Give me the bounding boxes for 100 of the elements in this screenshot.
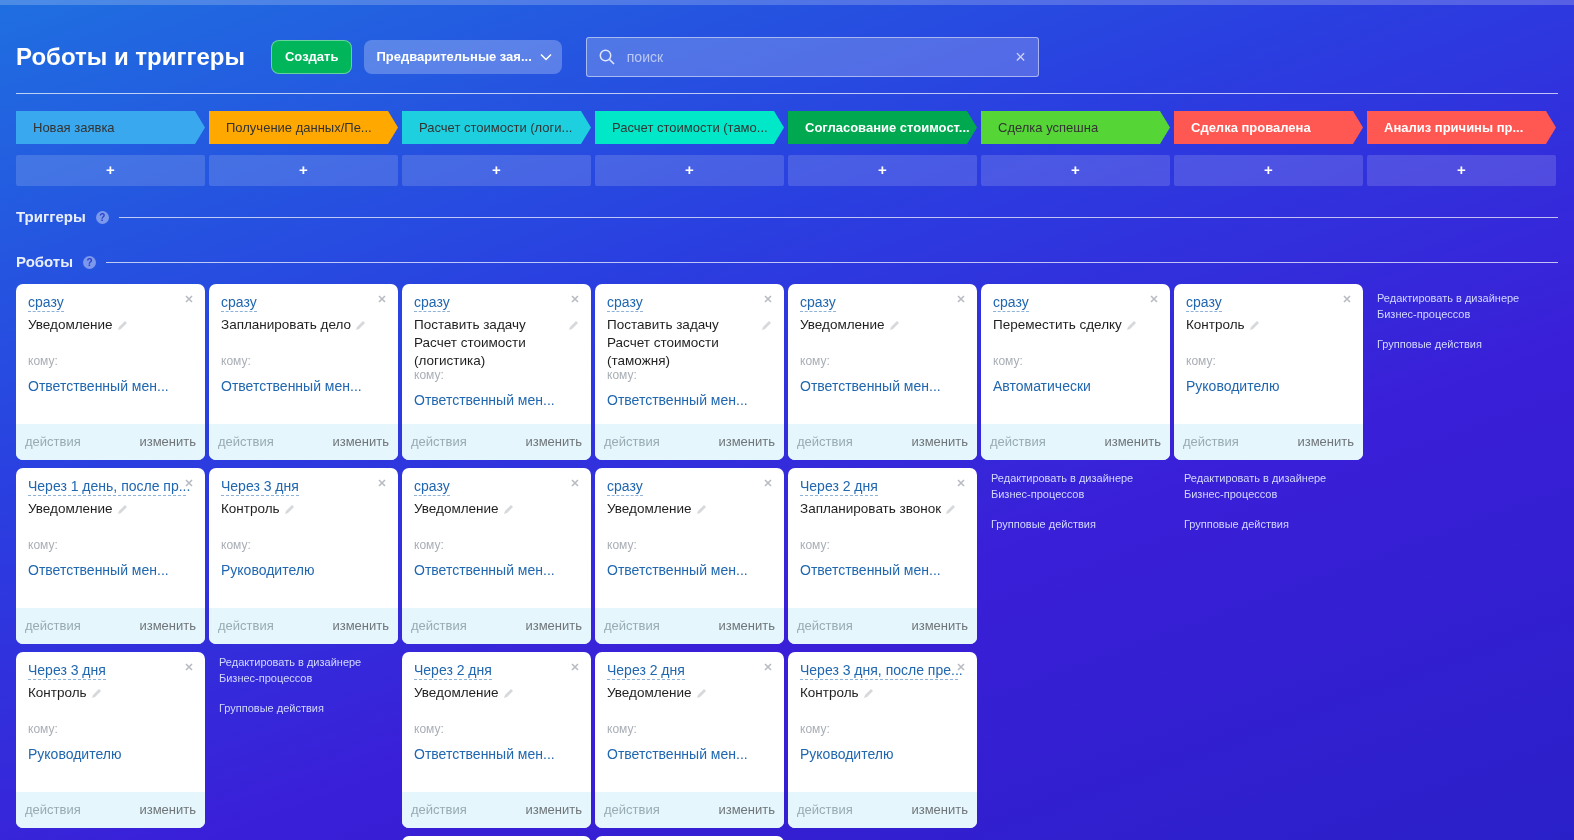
help-button[interactable]: ? [83,255,96,269]
delay-link[interactable]: Через 2 дня [800,477,878,496]
category-dropdown[interactable]: Предварительные зая... [364,40,562,74]
delay-link[interactable]: сразу [414,293,450,312]
close-icon[interactable] [571,479,579,487]
text-link[interactable]: Редактировать в дизайнере Бизнес-процессов [219,654,388,686]
pencil-icon[interactable] [90,688,102,699]
recipient-link[interactable]: Ответственный мен... [800,560,941,581]
recipient-link[interactable]: Автоматически [993,376,1091,397]
recipient-link[interactable]: Ответственный мен... [607,560,748,581]
delay-link[interactable]: сразу [221,293,257,312]
edit-link[interactable]: изменить [525,800,582,820]
close-icon[interactable] [571,295,579,303]
pencil-icon[interactable] [116,504,128,515]
recipient-link[interactable]: Руководителю [221,560,315,581]
delay-link[interactable]: сразу [28,293,64,312]
add-robot-button[interactable]: + [402,155,591,186]
pencil-icon[interactable] [568,320,579,331]
pencil-icon[interactable] [945,504,957,515]
delay-link[interactable]: сразу [993,293,1029,312]
edit-link[interactable]: изменить [911,432,968,452]
text-link[interactable]: Редактировать в дизайнере Бизнес-процессов [991,470,1160,502]
pencil-icon[interactable] [116,320,128,331]
edit-link[interactable]: изменить [1297,432,1354,452]
help-button[interactable]: ? [95,210,109,224]
add-robot-button[interactable]: + [981,155,1170,186]
close-icon[interactable] [378,295,386,303]
recipient-link[interactable]: Ответственный мен... [28,560,169,581]
recipient-link[interactable]: Ответственный мен... [607,744,748,765]
delay-link[interactable]: Через 2 дня [607,661,685,680]
edit-link[interactable]: изменить [911,616,968,636]
recipient-link[interactable]: Руководителю [800,744,894,765]
delay-link[interactable]: сразу [414,477,450,496]
text-link[interactable]: Групповые действия [991,516,1160,532]
close-icon[interactable] [764,479,772,487]
edit-link[interactable]: изменить [139,432,196,452]
recipient-link[interactable]: Ответственный мен... [221,376,362,397]
close-icon[interactable] [957,479,965,487]
close-icon[interactable] [571,663,579,671]
edit-link[interactable]: изменить [1104,432,1161,452]
add-robot-button[interactable]: + [1174,155,1363,186]
text-link[interactable]: Групповые действия [219,700,388,716]
recipient-link[interactable]: Руководителю [28,744,122,765]
stage-header[interactable]: Анализ причины пр... [1367,111,1556,144]
add-robot-button[interactable]: + [595,155,784,186]
delay-link[interactable]: Через 2 дня [414,661,492,680]
close-icon[interactable] [764,663,772,671]
stage-header[interactable]: Сделка провалена [1174,111,1363,144]
stage-header[interactable]: Новая заявка [16,111,205,144]
delay-link[interactable]: сразу [800,293,836,312]
delay-link[interactable]: Через 3 дня [28,661,106,680]
close-icon[interactable] [1150,295,1158,303]
pencil-icon[interactable] [888,320,900,331]
close-icon[interactable] [957,295,965,303]
edit-link[interactable]: изменить [139,616,196,636]
recipient-link[interactable]: Ответственный мен... [800,376,941,397]
text-link[interactable]: Групповые действия [1377,336,1546,352]
pencil-icon[interactable] [695,688,707,699]
recipient-link[interactable]: Ответственный мен... [414,390,555,411]
edit-link[interactable]: изменить [139,800,196,820]
delay-link[interactable]: Через 3 дня [221,477,299,496]
delay-link[interactable]: сразу [607,293,643,312]
text-link[interactable]: Редактировать в дизайнере Бизнес-процессов [1184,470,1353,502]
recipient-link[interactable]: Ответственный мен... [414,744,555,765]
search-bar[interactable]: поиск × [585,37,1039,77]
pencil-icon[interactable] [761,320,772,331]
edit-link[interactable]: изменить [911,800,968,820]
add-robot-button[interactable]: + [788,155,977,186]
pencil-icon[interactable] [355,320,367,331]
close-icon[interactable] [764,295,772,303]
recipient-link[interactable]: Ответственный мен... [607,390,748,411]
edit-link[interactable]: изменить [718,616,775,636]
pencil-icon[interactable] [1248,320,1260,331]
stage-header[interactable]: Сделка успешна [981,111,1170,144]
delay-link[interactable]: сразу [1186,293,1222,312]
search-field[interactable]: поиск [626,46,1004,68]
add-robot-button[interactable]: + [16,155,205,186]
edit-link[interactable]: изменить [525,432,582,452]
pencil-icon[interactable] [502,504,514,515]
recipient-link[interactable]: Ответственный мен... [414,560,555,581]
pencil-icon[interactable] [283,504,295,515]
pencil-icon[interactable] [502,688,514,699]
add-robot-button[interactable]: + [1367,155,1556,186]
text-link[interactable]: Редактировать в дизайнере Бизнес-процессов [1377,290,1546,322]
stage-header[interactable]: Расчет стоимости (тамо... [595,111,784,144]
clear-button[interactable]: × [1015,48,1026,66]
recipient-link[interactable]: Руководителю [1186,376,1280,397]
edit-link[interactable]: изменить [718,432,775,452]
close-icon[interactable] [1343,295,1351,303]
add-robot-button[interactable]: + [209,155,398,186]
stage-header[interactable]: Получение данных/Пе... [209,111,398,144]
close-icon[interactable] [185,295,193,303]
edit-link[interactable]: изменить [332,432,389,452]
stage-header[interactable]: Согласование стоимост... [788,111,977,144]
text-link[interactable]: Групповые действия [1184,516,1353,532]
edit-link[interactable]: изменить [718,800,775,820]
pencil-icon[interactable] [1125,320,1137,331]
delay-link[interactable]: сразу [607,477,643,496]
pencil-icon[interactable] [862,688,874,699]
recipient-link[interactable]: Ответственный мен... [28,376,169,397]
